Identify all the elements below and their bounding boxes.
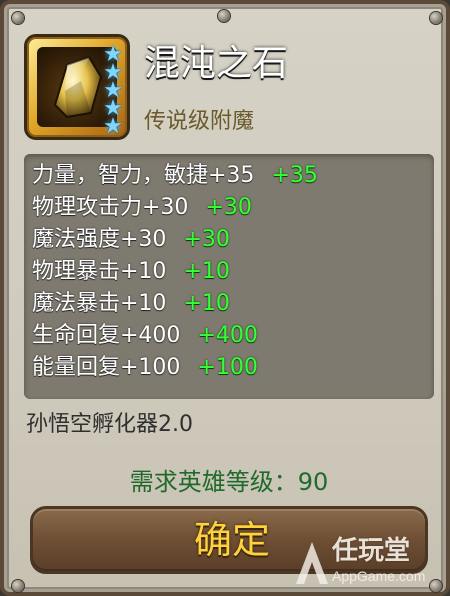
item-detail-panel: ★ ★ ★ ★ ★ 混沌之石 传说级附魔 力量，智力，敏捷+35 +35 物理攻… (0, 0, 450, 596)
rivet-top-left (12, 12, 24, 24)
rarity-stars: ★ ★ ★ ★ ★ (100, 44, 126, 139)
stats-box: 力量，智力，敏捷+35 +35 物理攻击力+30 +30 魔法强度+30 +30… (24, 154, 434, 399)
rivet-top-right (430, 12, 442, 24)
stat-label: 物理暴击+10 (32, 259, 167, 284)
stat-label: 力量，智力，敏捷+35 (32, 163, 255, 188)
rivet-top-center (218, 10, 230, 22)
watermark-title: 任玩堂 (332, 536, 411, 566)
item-source: 孙悟空孵化器2.0 (26, 412, 193, 437)
stat-row: 生命回复+400 +400 (32, 320, 432, 352)
requirement-value: 90 (297, 468, 329, 496)
star-icon: ★ (103, 114, 123, 139)
appgame-mark-icon (296, 542, 328, 584)
stat-row: 物理攻击力+30 +30 (32, 192, 432, 224)
rivet-bottom-left (12, 580, 24, 592)
stat-bonus: +35 (271, 163, 318, 188)
stat-row: 魔法强度+30 +30 (32, 224, 432, 256)
appgame-logo-icon: 任玩堂 AppGame.com (294, 536, 444, 592)
stat-row: 能量回复+100 +100 (32, 352, 432, 384)
stat-row: 物理暴击+10 +10 (32, 256, 432, 288)
stat-bonus: +100 (197, 355, 258, 380)
stat-bonus: +30 (183, 227, 230, 252)
stat-label: 魔法强度+30 (32, 227, 167, 252)
stat-row: 力量，智力，敏捷+35 +35 (32, 160, 432, 192)
stat-bonus: +400 (197, 323, 258, 348)
hero-level-requirement: 需求英雄等级：90 (4, 466, 450, 498)
stat-row: 魔法暴击+10 +10 (32, 288, 432, 320)
stat-label: 能量回复+100 (32, 355, 181, 380)
watermark-subtitle: AppGame.com (332, 568, 426, 584)
item-rarity: 传说级附魔 (144, 109, 255, 134)
stat-label: 物理攻击力+30 (32, 195, 189, 220)
stat-bonus: +10 (183, 259, 230, 284)
item-name: 混沌之石 (144, 43, 289, 84)
requirement-label: 需求英雄等级： (129, 468, 298, 496)
stat-bonus: +10 (183, 291, 230, 316)
stat-bonus: +30 (205, 195, 252, 220)
stat-label: 生命回复+400 (32, 323, 181, 348)
stat-label: 魔法暴击+10 (32, 291, 167, 316)
